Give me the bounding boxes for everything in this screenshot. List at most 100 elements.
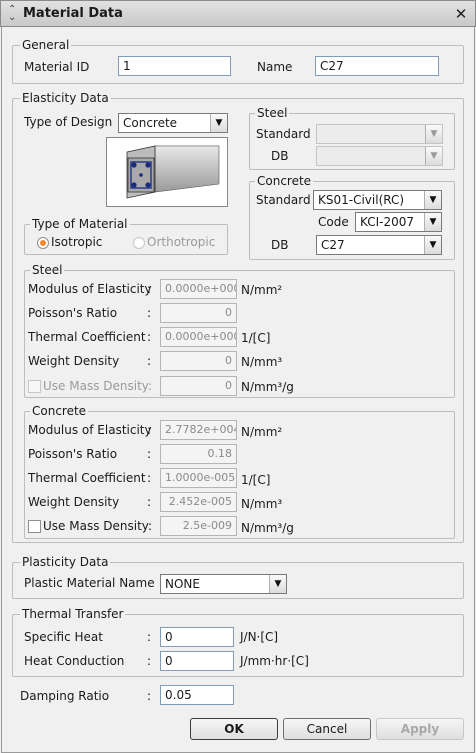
colon: :	[147, 423, 152, 437]
concrete-code-label: Code	[318, 215, 349, 229]
colon: :	[147, 689, 152, 703]
collapse-chevron-icon[interactable]: ⌃ ⌄	[8, 5, 16, 23]
concrete-mass-density-unit: N/mm³/g	[241, 521, 294, 535]
damping-ratio-label: Damping Ratio	[20, 689, 110, 703]
apply-button[interactable]: Apply	[376, 718, 464, 740]
specific-heat-label: Specific Heat	[24, 630, 103, 644]
material-id-label: Material ID	[24, 60, 90, 74]
dropdown-arrow-icon[interactable]: ▼	[425, 125, 442, 143]
steel-thermal-input[interactable]: 0.0000e+000	[160, 327, 237, 347]
window-title: Material Data	[23, 6, 123, 21]
concrete-modulus-unit: N/mm²	[241, 425, 283, 439]
concrete-weight-unit: N/mm³	[241, 497, 283, 511]
damping-ratio-input[interactable]: 0.05	[160, 685, 234, 705]
orthotropic-radio[interactable]	[133, 237, 145, 249]
colon: :	[147, 447, 152, 461]
plastic-material-name-label: Plastic Material Name	[24, 576, 155, 590]
name-input[interactable]: C27	[315, 56, 439, 76]
steel-db-legend: Steel	[255, 106, 290, 120]
concrete-poisson-label: Poisson's Ratio	[28, 447, 118, 461]
steel-poisson-input[interactable]: 0	[160, 303, 237, 323]
concrete-code-select[interactable]: KCI-2007 ▼	[355, 212, 442, 232]
steel-weight-input[interactable]: 0	[160, 351, 237, 371]
close-icon[interactable]: ✕	[451, 4, 471, 24]
steel-modulus-label: Modulus of Elasticity	[28, 282, 152, 296]
concrete-db-label: DB	[271, 238, 289, 252]
type-of-material-legend: Type of Material	[30, 217, 130, 231]
steel-weight-unit: N/mm³	[241, 355, 283, 369]
colon: :	[147, 354, 152, 368]
steel-thermal-unit: 1/[C]	[241, 331, 271, 345]
colon: :	[147, 654, 152, 668]
dropdown-arrow-icon[interactable]: ▼	[424, 236, 441, 254]
plasticity-legend: Plasticity Data	[20, 555, 111, 569]
concrete-beam-icon	[126, 145, 220, 199]
general-legend: General	[20, 38, 72, 52]
colon: :	[147, 306, 152, 320]
concrete-thermal-label: Thermal Coefficient	[28, 471, 146, 485]
orthotropic-label[interactable]: Orthotropic	[147, 234, 215, 250]
concrete-standard-label: Standard	[256, 193, 311, 207]
heat-conduction-input[interactable]: 0	[160, 651, 234, 671]
ok-button[interactable]: OK	[190, 718, 278, 740]
concrete-thermal-input[interactable]: 1.0000e-005	[160, 468, 237, 488]
steel-thermal-label: Thermal Coefficient	[28, 330, 146, 344]
dropdown-arrow-icon[interactable]: ▼	[269, 575, 286, 593]
concrete-mass-density-input[interactable]: 2.5e-009	[160, 516, 237, 536]
steel-mass-density-input[interactable]: 0	[160, 376, 237, 396]
concrete-db-legend: Concrete	[255, 174, 314, 188]
heat-conduction-label: Heat Conduction	[24, 654, 125, 668]
concrete-modulus-input[interactable]: 2.7782e+004	[160, 420, 237, 440]
specific-heat-unit: J/N·[C]	[240, 630, 279, 644]
concrete-mass-density-checkbox[interactable]	[28, 520, 41, 533]
plastic-material-value: NONE	[165, 577, 200, 591]
steel-props-legend: Steel	[30, 263, 65, 277]
type-of-design-label: Type of Design	[24, 115, 113, 129]
concrete-poisson-input[interactable]: 0.18	[160, 444, 237, 464]
dropdown-arrow-icon[interactable]: ▼	[424, 191, 441, 209]
colon: :	[147, 282, 152, 296]
concrete-thermal-unit: 1/[C]	[241, 473, 271, 487]
concrete-db-value: C27	[321, 238, 345, 252]
dropdown-arrow-icon[interactable]: ▼	[424, 213, 441, 231]
colon: :	[147, 630, 152, 644]
steel-poisson-label: Poisson's Ratio	[28, 306, 118, 320]
concrete-standard-select[interactable]: KS01-Civil(RC) ▼	[313, 190, 442, 210]
steel-standard-select[interactable]: ▼	[316, 124, 443, 144]
steel-weight-label: Weight Density	[28, 354, 120, 368]
isotropic-radio[interactable]	[37, 237, 49, 249]
steel-standard-label: Standard	[256, 127, 311, 141]
steel-modulus-input[interactable]: 0.0000e+000	[160, 279, 237, 299]
steel-modulus-unit: N/mm²	[241, 283, 283, 297]
isotropic-label[interactable]: Isotropic	[51, 234, 102, 250]
dropdown-arrow-icon[interactable]: ▼	[210, 114, 227, 132]
dropdown-arrow-icon[interactable]: ▼	[425, 147, 442, 165]
concrete-mass-density-label: Use Mass Density:	[43, 519, 153, 533]
concrete-beam-image	[106, 137, 228, 207]
concrete-code-value: KCI-2007	[360, 215, 414, 229]
title-bar[interactable]: ⌃ ⌄ Material Data ✕	[0, 0, 476, 27]
concrete-weight-input[interactable]: 2.452e-005	[160, 492, 237, 512]
colon: :	[147, 471, 152, 485]
concrete-db-select[interactable]: C27 ▼	[316, 235, 442, 255]
plastic-material-select[interactable]: NONE ▼	[160, 574, 287, 594]
colon: :	[147, 330, 152, 344]
steel-mass-density-unit: N/mm³/g	[241, 380, 294, 394]
heat-conduction-unit: J/mm·hr·[C]	[240, 654, 309, 668]
elasticity-legend: Elasticity Data	[20, 91, 111, 105]
steel-db-label: DB	[271, 149, 289, 163]
name-label: Name	[257, 60, 293, 74]
colon: :	[147, 495, 152, 509]
steel-db-select[interactable]: ▼	[316, 146, 443, 166]
thermal-legend: Thermal Transfer	[20, 607, 126, 621]
steel-mass-density-checkbox[interactable]	[28, 380, 41, 393]
specific-heat-input[interactable]: 0	[160, 627, 234, 647]
cancel-button[interactable]: Cancel	[283, 718, 371, 740]
concrete-standard-value: KS01-Civil(RC)	[318, 193, 405, 207]
concrete-props-legend: Concrete	[30, 404, 89, 418]
type-of-design-value: Concrete	[123, 116, 178, 130]
material-id-input[interactable]: 1	[118, 56, 231, 76]
steel-mass-density-label: Use Mass Density:	[43, 379, 153, 393]
concrete-modulus-label: Modulus of Elasticity	[28, 423, 152, 437]
type-of-design-select[interactable]: Concrete ▼	[118, 113, 228, 133]
